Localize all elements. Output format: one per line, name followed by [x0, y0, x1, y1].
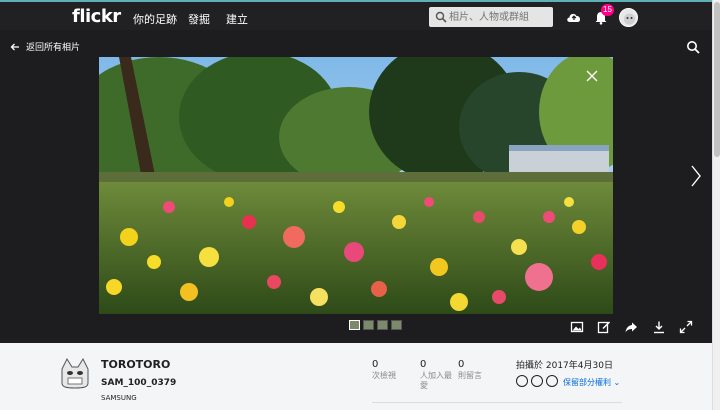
noncommercial-icon	[531, 375, 543, 387]
user-avatar[interactable]	[619, 8, 638, 27]
photo-title: SAM_100_0379	[101, 378, 177, 388]
comments-label: 則留言	[458, 371, 482, 380]
scrollbar-thumb[interactable]	[714, 2, 720, 157]
fullscreen-icon[interactable]	[679, 320, 693, 334]
viewer-search-icon[interactable]	[686, 40, 700, 54]
notification-badge: 15	[601, 4, 614, 16]
thumbnail[interactable]	[377, 320, 388, 330]
nav-create[interactable]: 建立	[226, 11, 248, 27]
license-label: 保留部分權利	[563, 378, 611, 387]
close-icon[interactable]	[585, 69, 599, 83]
photo-thumbnails	[349, 320, 402, 330]
chevron-down-icon: ⌄	[613, 378, 621, 387]
scrollbar[interactable]	[712, 0, 720, 410]
nav-you[interactable]: 你的足跡	[133, 11, 177, 27]
views-count: 0	[372, 359, 379, 370]
photo-info-panel: TOROTORO SAM_100_0379 SAMSUNG 0 次檢視 0 人加…	[0, 343, 712, 410]
thumbnail[interactable]	[391, 320, 402, 330]
faves-stat: 0 人加入最愛	[420, 359, 454, 391]
noderivs-icon	[546, 375, 558, 387]
photo-description: SAMSUNG	[101, 394, 137, 402]
search-input[interactable]	[449, 9, 549, 25]
search-box[interactable]	[429, 7, 553, 27]
edit-icon[interactable]	[597, 320, 611, 334]
download-icon[interactable]	[652, 320, 666, 334]
owner-avatar[interactable]	[58, 355, 92, 389]
views-label: 次檢視	[372, 371, 396, 380]
license-icons	[516, 375, 558, 387]
comments-count: 0	[458, 359, 465, 370]
photo-viewer: 返回所有相片	[0, 30, 712, 343]
main-photo[interactable]	[99, 57, 613, 314]
back-label: 返回所有相片	[26, 43, 81, 53]
owner-name[interactable]: TOROTORO	[101, 358, 170, 371]
views-stat: 0 次檢視	[372, 359, 408, 381]
comments-stat: 0 則留言	[458, 359, 498, 381]
thumbnail[interactable]	[349, 320, 360, 330]
share-icon[interactable]	[624, 320, 638, 334]
arrow-left-icon	[10, 43, 19, 50]
faves-label: 人加入最愛	[420, 371, 452, 390]
back-to-photostream[interactable]: 返回所有相片	[10, 40, 80, 53]
attribution-icon	[516, 375, 528, 387]
flickr-logo[interactable]: flickr	[72, 6, 121, 27]
search-icon	[435, 11, 447, 23]
faves-count: 0	[420, 359, 427, 370]
date-taken[interactable]: 拍攝於 2017年4月30日	[516, 358, 613, 371]
thumbnail[interactable]	[363, 320, 374, 330]
avatar-image	[620, 9, 637, 26]
divider	[372, 402, 622, 403]
gallery-icon[interactable]	[570, 320, 584, 334]
nav-explore[interactable]: 發掘	[188, 11, 210, 27]
tulip-field-photo	[99, 57, 613, 314]
next-photo-icon[interactable]	[690, 164, 702, 188]
cloud-upload-icon[interactable]	[565, 8, 583, 26]
license-link[interactable]: 保留部分權利 ⌄	[563, 377, 620, 388]
top-bar: flickr 你的足跡 發掘 建立 15	[0, 0, 712, 30]
